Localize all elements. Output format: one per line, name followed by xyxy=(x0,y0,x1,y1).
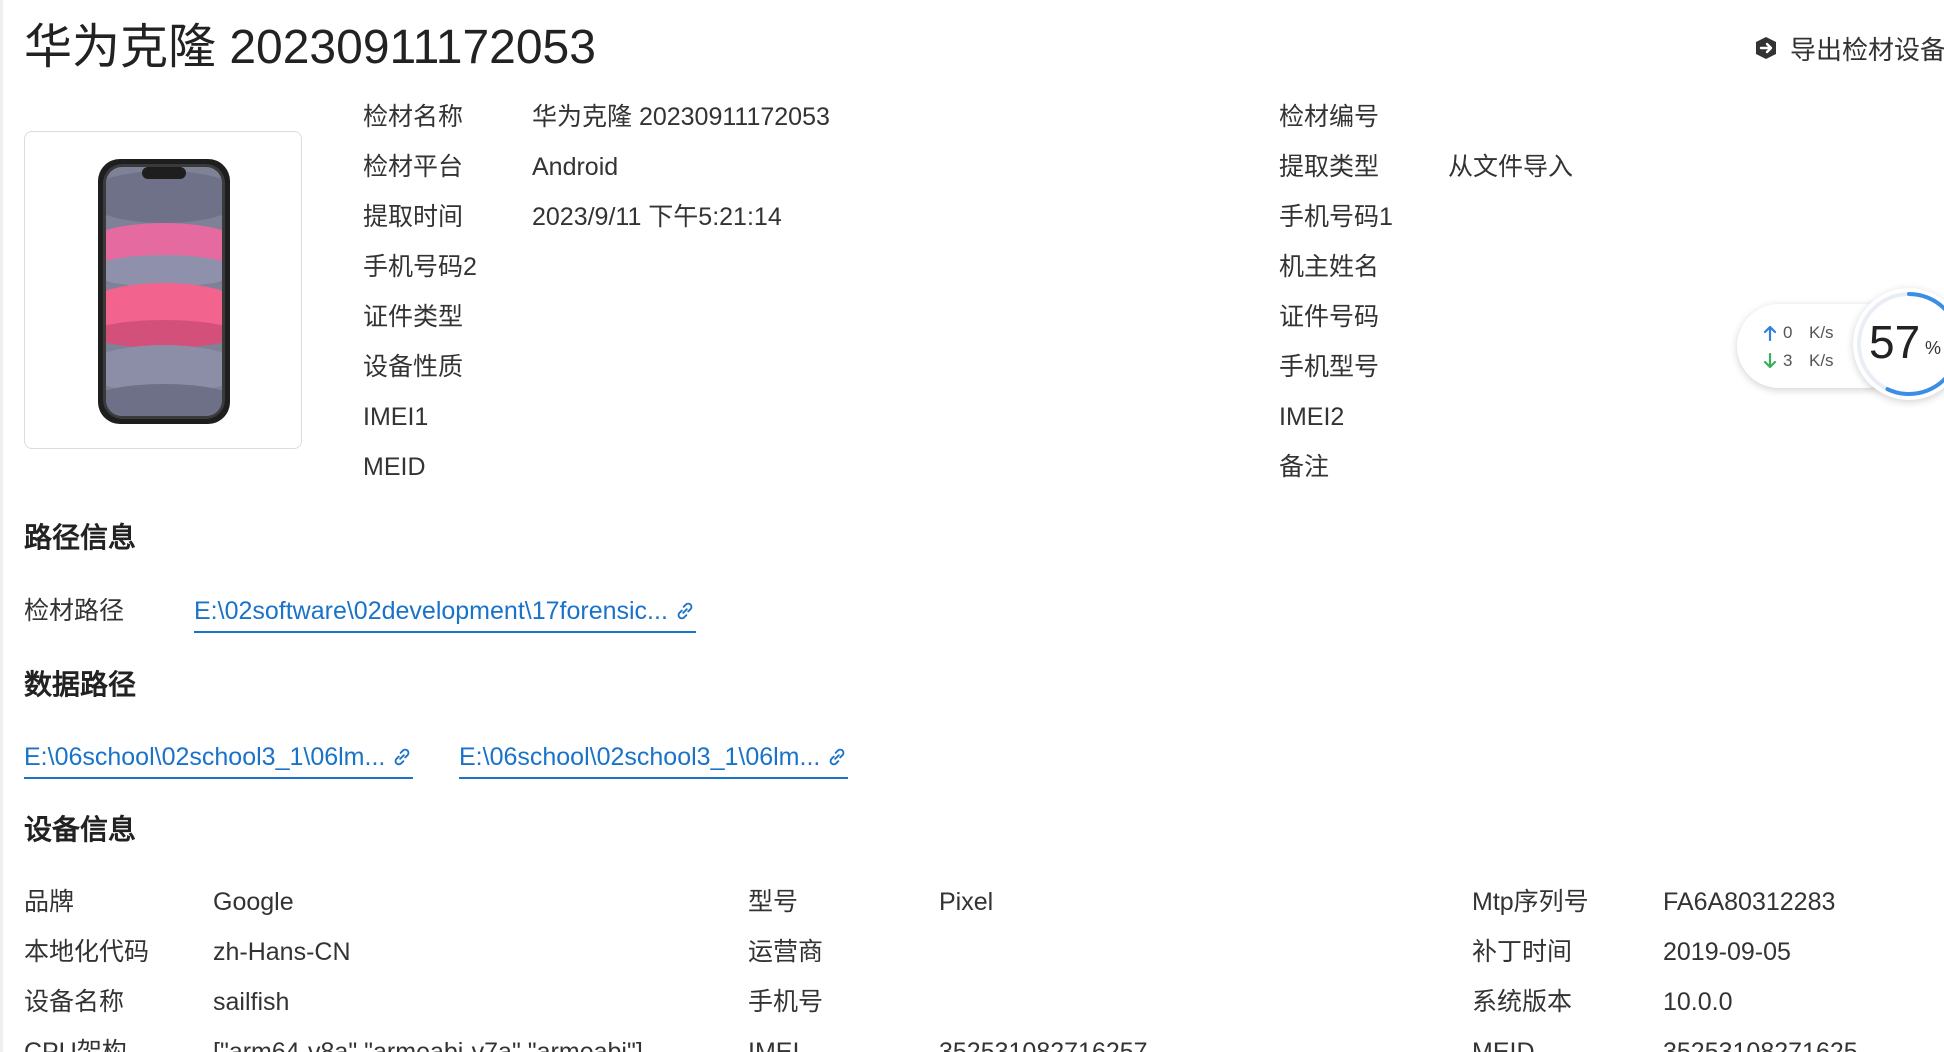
download-speed-row: 3 K/s xyxy=(1763,348,1834,374)
sample-path-link[interactable]: E:\02software\02development\17forensic..… xyxy=(194,591,696,633)
upload-speed-unit: K/s xyxy=(1809,323,1834,342)
label-carrier: 运营商 xyxy=(748,938,824,966)
label-sample-name: 检材名称 xyxy=(363,103,464,131)
download-speed-value: 3 xyxy=(1783,351,1793,370)
network-speed-widget[interactable]: 0 K/s 3 K/s 57 % xyxy=(1737,288,1944,418)
value-extraction-time: 2023/9/11 下午5:21:14 xyxy=(532,203,782,231)
value-os-version: 10.0.0 xyxy=(1663,988,1733,1016)
label-imei2: IMEI2 xyxy=(1279,403,1345,431)
value-device-name: sailfish xyxy=(213,988,290,1016)
label-brand: 品牌 xyxy=(24,888,75,916)
value-model: Pixel xyxy=(939,888,994,916)
label-owner-name: 机主姓名 xyxy=(1279,253,1380,281)
label-sample-platform: 检材平台 xyxy=(363,153,464,181)
label-mtp-serial: Mtp序列号 xyxy=(1472,888,1589,916)
value-mtp-serial: FA6A80312283 xyxy=(1663,888,1836,916)
value-cpu-arch: ["arm64-v8a","armeabi-v7a","armeabi"] xyxy=(213,1038,643,1052)
label-sample-number: 检材编号 xyxy=(1279,103,1380,131)
arrow-up-icon xyxy=(1763,325,1777,341)
label-imei: IMEI xyxy=(748,1038,800,1052)
link-icon xyxy=(677,602,693,620)
label-sample-path: 检材路径 xyxy=(24,597,125,625)
value-extraction-type: 从文件导入 xyxy=(1448,153,1574,181)
section-title-data-path: 数据路径 xyxy=(24,669,137,700)
value-imei: 352531082716257 xyxy=(939,1038,1148,1052)
label-extraction-type: 提取类型 xyxy=(1279,153,1380,181)
export-device-info-button[interactable]: 导出检材设备信 xyxy=(1752,28,1944,68)
label-phone-number-1: 手机号码1 xyxy=(1279,203,1393,231)
label-remarks: 备注 xyxy=(1279,453,1330,481)
device-image-card xyxy=(24,131,302,449)
label-cpu-arch: CPU架构 xyxy=(24,1038,127,1052)
value-sample-platform: Android xyxy=(532,153,619,181)
left-border xyxy=(0,0,3,1052)
gauge-percent-sign: % xyxy=(1925,338,1942,358)
value-device-meid: 35253108271625 xyxy=(1663,1038,1858,1052)
data-path-text-1: E:\06school\02school3_1\06lm... xyxy=(24,743,386,771)
label-id-number: 证件号码 xyxy=(1279,303,1380,331)
label-imei1: IMEI1 xyxy=(363,403,429,431)
phone-image xyxy=(98,159,230,424)
sample-path-text: E:\02software\02development\17forensic..… xyxy=(194,597,668,625)
section-title-device-info: 设备信息 xyxy=(24,814,137,845)
label-os-version: 系统版本 xyxy=(1472,988,1573,1016)
label-id-type: 证件类型 xyxy=(363,303,464,331)
gauge-percent: 57 xyxy=(1869,316,1921,368)
value-locale-code: zh-Hans-CN xyxy=(213,938,351,966)
section-title-path-info: 路径信息 xyxy=(24,522,137,553)
label-locale-code: 本地化代码 xyxy=(24,938,150,966)
value-sample-name: 华为克隆 20230911172053 xyxy=(532,103,830,131)
label-phone-number: 手机号 xyxy=(748,988,824,1016)
export-label: 导出检材设备信 xyxy=(1790,34,1944,65)
label-patch-date: 补丁时间 xyxy=(1472,938,1573,966)
label-device-name: 设备名称 xyxy=(24,988,125,1016)
label-phone-model: 手机型号 xyxy=(1279,353,1380,381)
link-icon xyxy=(830,748,845,766)
memory-usage-gauge: 57 % xyxy=(1853,288,1944,400)
label-device-meid: MEID xyxy=(1472,1038,1535,1052)
arrow-down-icon xyxy=(1763,353,1777,369)
download-speed-unit: K/s xyxy=(1809,351,1834,370)
data-path-link-2[interactable]: E:\06school\02school3_1\06lm... xyxy=(459,737,849,779)
value-patch-date: 2019-09-05 xyxy=(1663,938,1791,966)
page-title: 华为克隆 20230911172053 xyxy=(24,21,596,74)
label-phone-number-2: 手机号码2 xyxy=(363,253,477,281)
label-extraction-time: 提取时间 xyxy=(363,203,464,231)
data-path-text-2: E:\06school\02school3_1\06lm... xyxy=(459,743,821,771)
data-path-link-1[interactable]: E:\06school\02school3_1\06lm... xyxy=(24,737,414,779)
upload-speed-row: 0 K/s xyxy=(1763,320,1834,346)
export-icon xyxy=(1756,37,1776,59)
label-model: 型号 xyxy=(748,888,799,916)
label-device-nature: 设备性质 xyxy=(363,353,464,381)
value-brand: Google xyxy=(213,888,294,916)
label-meid: MEID xyxy=(363,453,426,481)
link-icon xyxy=(395,748,410,766)
upload-speed-value: 0 xyxy=(1783,323,1793,342)
